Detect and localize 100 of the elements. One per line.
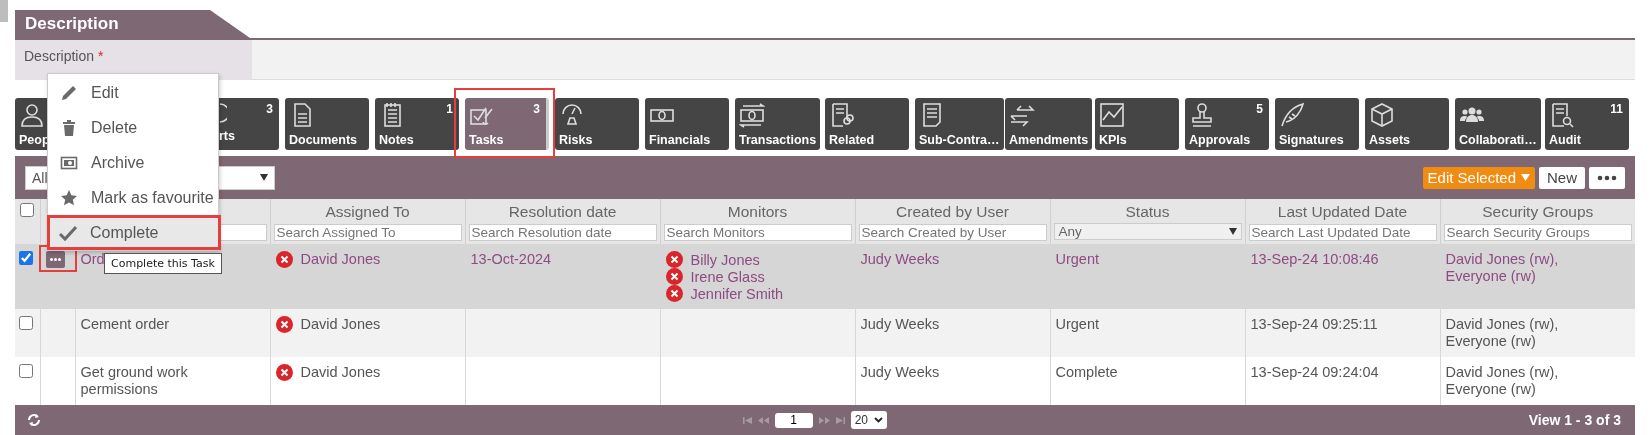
row-menu-button[interactable] [45,251,65,268]
module-tab[interactable]: Audit 11 [1545,98,1629,150]
person-icon [19,102,45,128]
module-tab[interactable]: KPIs [1095,98,1179,150]
module-tab[interactable]: Transactions [735,98,821,150]
module-tab[interactable]: Amendments [1005,98,1093,150]
module-tab[interactable]: Assets [1365,98,1449,150]
menu-item[interactable]: Complete [47,215,221,250]
row-checkbox[interactable] [19,251,33,265]
module-tab[interactable]: Approvals 5 [1185,98,1269,150]
module-tab[interactable]: Related [825,98,909,150]
person-name[interactable]: David Jones [300,316,381,333]
module-tab[interactable]: Financials [645,98,729,150]
count-label: 1 [446,102,453,116]
person-name[interactable]: David Jones [300,251,381,268]
table-cell: Judy Weeks [860,251,940,267]
person-name[interactable]: Irene Glass [690,268,765,285]
chevron-icon [874,417,883,423]
gauge-icon [559,102,585,128]
star-icon [60,188,78,207]
table-cell: Judy Weeks [860,364,940,380]
module-tab[interactable]: Tasks 3 [465,98,549,150]
column-header[interactable]: Assigned To [273,203,462,223]
caret-icon [260,174,268,181]
column-header[interactable]: Last Updated Date [1248,203,1437,223]
more-button[interactable] [1589,166,1625,189]
document-link-icon [829,102,855,128]
caret-icon [1228,228,1237,235]
menu-item[interactable]: Mark as favourite [48,180,218,215]
module-tab[interactable]: Signatures [1275,98,1359,150]
person-name[interactable]: David Jones [300,364,381,381]
remove-icon[interactable] [275,251,293,268]
table-cell-text: David Jones (rw), Everyone (rw) [1445,251,1560,285]
count-label: 5 [1256,102,1263,116]
module-tab[interactable]: Sub-Contra… [915,98,1004,150]
table-cell: Complete [1055,364,1118,380]
column-header[interactable]: Monitors [663,203,852,223]
task-name[interactable]: Ord [80,251,105,268]
dots-icon [1597,174,1617,181]
column-header[interactable]: Resolution date [468,203,657,223]
description-field[interactable] [252,40,1635,80]
table-cell: 13-Sep-24 09:25:11 [1250,316,1378,332]
search-field[interactable]: Search Resolution date [468,224,657,241]
person-name[interactable]: Jennifer Smith [690,285,784,302]
table-cell: 13-Oct-2024 [470,251,552,267]
menu-item[interactable]: Archive [48,145,218,180]
remove-icon[interactable] [665,268,683,285]
remove-icon[interactable] [665,251,683,268]
page-number-field[interactable]: 1 [774,412,813,428]
search-field[interactable]: Search Last Updated Date [1248,224,1437,241]
column-header[interactable]: Created by User [858,203,1047,223]
check-icon [59,223,77,242]
table-cell: Judy Weeks [860,316,940,332]
column-header[interactable]: Status [1053,203,1242,223]
table-cell-text: David Jones (rw), Everyone (rw) [1445,364,1560,398]
caret-icon [1521,174,1530,181]
module-tab[interactable]: Collaborati… [1455,98,1541,150]
banknote-arrows-icon [739,102,765,128]
arc-icon [219,102,227,124]
module-tab[interactable]: Documents [285,98,369,150]
person-name[interactable]: Billy Jones [690,251,760,268]
row-checkbox[interactable] [19,316,33,330]
task-name[interactable]: Get ground work permissions [80,364,241,398]
table-cell: 13-Sep-24 09:24:04 [1250,364,1379,380]
stamp-icon [1189,102,1215,128]
count-label: 3 [266,102,273,116]
count-label: 11 [1610,102,1623,116]
select-all-checkbox[interactable] [20,203,35,217]
search-field[interactable]: Search Monitors [663,224,852,241]
remove-icon[interactable] [275,364,293,381]
menu-item[interactable]: Edit [48,75,218,110]
module-tab[interactable]: Notes 1 [375,98,459,150]
document-search-icon [1549,102,1575,128]
remove-icon[interactable] [275,316,293,333]
search-field[interactable]: Search Security Groups [1443,224,1632,241]
table-cell: Urgent [1055,316,1100,332]
new-button[interactable]: New [1539,166,1585,189]
scrollbar-thumb[interactable] [0,0,8,22]
table-cell: Urgent [1055,251,1100,267]
trash-icon [60,118,78,137]
table-cell-text: David Jones (rw), Everyone (rw) [1445,316,1560,350]
required-mark: * [97,48,104,64]
remove-icon[interactable] [665,285,683,302]
column-header[interactable]: Security Groups [1443,203,1632,223]
task-name[interactable]: Cement order [80,316,170,333]
menu-item[interactable]: Delete [48,110,218,145]
table-cell: 13-Sep-24 10:08:46 [1250,251,1379,267]
search-field[interactable]: Search Assigned To [273,224,462,241]
search-field[interactable]: Search Created by User [858,224,1047,241]
refresh-icon[interactable] [27,413,41,427]
line-chart-icon [1099,102,1125,128]
dots-icon [49,258,61,261]
count-label: 3 [533,102,540,116]
swap-arrows-icon [1009,102,1035,128]
module-tab[interactable]: Risks [555,98,639,150]
record-count: View 1 - 3 of 3 [1528,412,1621,428]
status-filter-dropdown[interactable]: Any [1053,223,1242,240]
feather-icon [1279,102,1305,128]
page-size-dropdown[interactable]: 20 [850,411,887,429]
row-checkbox[interactable] [19,364,33,378]
